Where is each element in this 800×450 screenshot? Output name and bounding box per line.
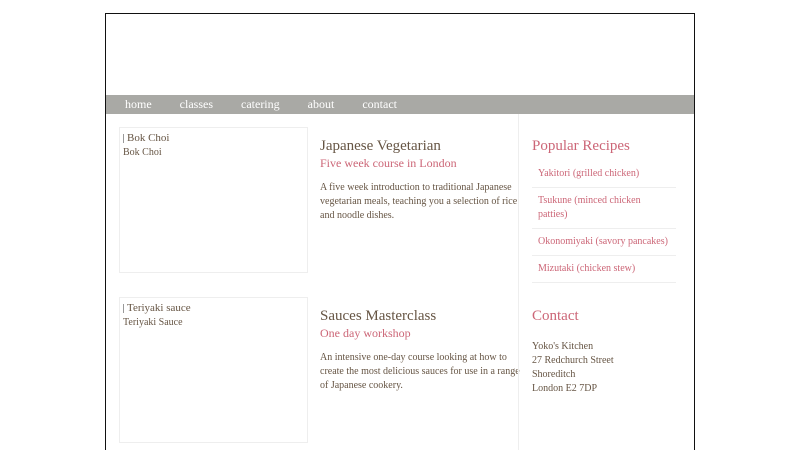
article-subtitle: Five week course in London: [320, 156, 457, 170]
article-text: An intensive one-day course looking at h…: [320, 352, 520, 391]
article-subtitle: One day workshop: [320, 326, 411, 340]
header: [106, 14, 694, 95]
list-item: Yakitori (grilled chicken): [532, 161, 676, 188]
nav-item-catering[interactable]: catering: [241, 95, 280, 114]
broken-image: Bok Choi: [123, 131, 304, 145]
article-sauces-masterclass: Teriyaki sauce Teriyaki Sauce Sauces Mas…: [119, 297, 520, 443]
contact-heading: Contact: [532, 308, 579, 324]
figure-caption: Bok Choi: [123, 147, 162, 158]
recipe-link-yakitori[interactable]: Yakitori (grilled chicken): [538, 168, 639, 179]
article-japanese-vegetarian: Bok Choi Bok Choi Japanese Vegetarian Fi…: [119, 127, 519, 273]
article-figure: Teriyaki sauce Teriyaki Sauce: [119, 297, 308, 443]
list-item: Mizutaki (chicken stew): [532, 256, 676, 283]
page-container: home classes catering about contact Bok …: [105, 13, 695, 450]
contact-address: Yoko's Kitchen 27 Redchurch Street Shore…: [532, 340, 614, 396]
image-alt-text: Bok Choi: [127, 132, 170, 144]
nav-item-contact[interactable]: contact: [362, 95, 397, 114]
recipes-list: Yakitori (grilled chicken) Tsukune (minc…: [532, 161, 676, 283]
list-item: Tsukune (minced chicken patties): [532, 188, 676, 229]
popular-recipes-heading: Popular Recipes: [532, 138, 630, 154]
article-title: Sauces Masterclass: [320, 308, 437, 324]
article-title: Japanese Vegetarian: [320, 138, 441, 154]
broken-image: Teriyaki sauce: [123, 301, 304, 315]
article-text: A five week introduction to traditional …: [320, 182, 518, 221]
recipe-link-okonomiyaki[interactable]: Okonomiyaki (savory pancakes): [538, 236, 668, 247]
address-line: Shoreditch: [532, 369, 576, 380]
nav-item-about[interactable]: about: [308, 95, 335, 114]
image-alt-text: Teriyaki sauce: [127, 302, 191, 314]
article-figure: Bok Choi Bok Choi: [119, 127, 308, 273]
nav-item-classes[interactable]: classes: [180, 95, 213, 114]
article-body: Sauces Masterclass One day workshop An i…: [320, 307, 520, 393]
figure-caption: Teriyaki Sauce: [123, 317, 183, 328]
address-line: London E2 7DP: [532, 383, 597, 394]
address-line: Yoko's Kitchen: [532, 341, 594, 352]
main-nav: home classes catering about contact: [106, 95, 694, 114]
article-body: Japanese Vegetarian Five week course in …: [320, 137, 520, 223]
broken-image-icon: [123, 133, 126, 143]
sidebar: Popular Recipes Yakitori (grilled chicke…: [518, 114, 694, 450]
recipe-link-mizutaki[interactable]: Mizutaki (chicken stew): [538, 263, 635, 274]
address-line: 27 Redchurch Street: [532, 355, 614, 366]
recipe-link-tsukune[interactable]: Tsukune (minced chicken patties): [538, 195, 641, 220]
broken-image-icon: [123, 303, 126, 313]
nav-item-home[interactable]: home: [125, 95, 152, 114]
list-item: Okonomiyaki (savory pancakes): [532, 229, 676, 256]
